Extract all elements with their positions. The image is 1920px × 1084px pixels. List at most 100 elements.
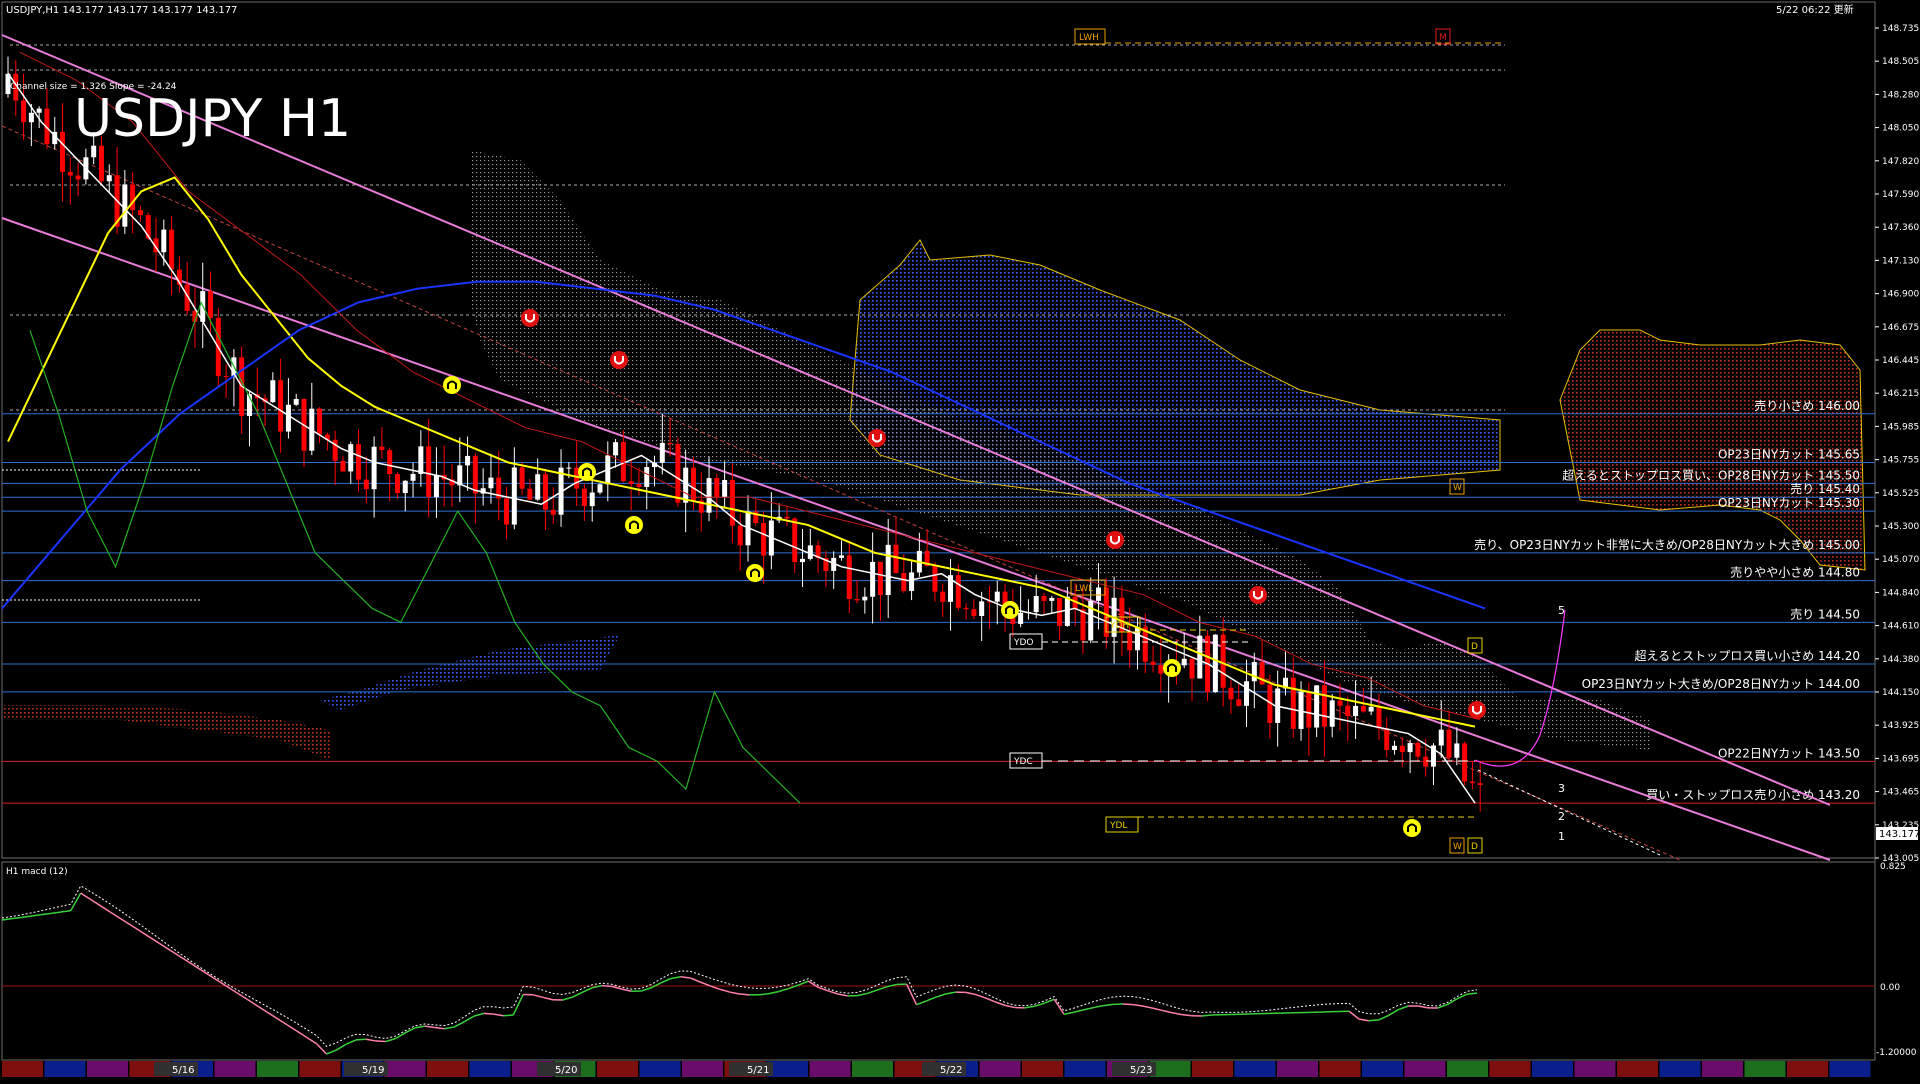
candle-body: [1034, 596, 1039, 612]
candle-body: [909, 572, 914, 591]
marker-lwh: LWH: [1079, 33, 1099, 43]
candle-body: [465, 456, 470, 465]
candle-body: [1470, 781, 1475, 783]
marker-w-upper: W: [1453, 483, 1462, 493]
price-tick-label: 148.505: [1882, 57, 1919, 67]
marker-m: M: [1439, 33, 1447, 43]
candle-body: [1415, 743, 1420, 757]
candle-body: [403, 481, 408, 493]
date-session-block: [980, 1061, 1021, 1077]
candle-body: [660, 443, 665, 463]
candle-body: [894, 545, 899, 573]
price-tick-label: 143.925: [1882, 721, 1919, 731]
candle-body: [800, 559, 805, 562]
fractal-up-marker: [1403, 819, 1421, 837]
candle-body: [387, 450, 392, 474]
candle-body: [286, 405, 291, 432]
date-session-block: [1787, 1061, 1828, 1077]
level-label: 売り小さめ 146.00: [1754, 398, 1860, 413]
price-tick-label: 145.070: [1882, 555, 1919, 565]
candle-body: [372, 447, 377, 489]
candle-body: [1182, 659, 1187, 666]
fractal-down-marker: [1249, 586, 1267, 604]
candle-body: [1369, 707, 1374, 712]
candle-body: [379, 447, 384, 450]
date-session-block: [215, 1061, 256, 1077]
level-label: 超えるとストップロス買い、OP28日NYカット 145.50: [1562, 467, 1860, 482]
date-session-block: [1065, 1061, 1106, 1077]
macd-segment: [1467, 993, 1477, 994]
candle-body: [224, 376, 229, 377]
candle-body: [839, 555, 844, 557]
marker-d-upper: D: [1471, 642, 1478, 652]
macd-scale-bottom: -1.20000: [1876, 1048, 1917, 1058]
price-tick-label: 144.150: [1882, 688, 1919, 698]
date-session-block: [427, 1061, 468, 1077]
candle-body: [1236, 699, 1241, 706]
candle-body: [138, 210, 143, 215]
date-session-block: [1320, 1061, 1361, 1077]
macd-segment: [484, 1013, 494, 1014]
price-tick-label: 146.215: [1882, 389, 1919, 399]
level-label: 売り、OP23日NYカット非常に大きめ/OP28日NYカット大きめ 145.00: [1474, 537, 1860, 552]
candle-body: [1221, 635, 1226, 688]
candle-body: [1096, 588, 1101, 601]
candle-body: [411, 474, 416, 481]
price-tick-label: 146.445: [1882, 356, 1919, 366]
level-label: 売り 144.50: [1790, 606, 1860, 621]
macd-scale-zero: 0.00: [1880, 983, 1900, 993]
candle-body: [418, 446, 423, 474]
candle-body: [629, 481, 634, 484]
date-session-block: [1235, 1061, 1276, 1077]
date-session-block: [45, 1061, 86, 1077]
candle-body: [878, 562, 883, 595]
date-session-block: [1575, 1061, 1616, 1077]
candle-body: [1190, 659, 1195, 679]
macd-title: H1 macd (12): [6, 867, 68, 877]
price-tick-label: 144.840: [1882, 588, 1919, 598]
candle-body: [1408, 743, 1413, 752]
candle-body: [901, 573, 906, 591]
date-session-block: [1702, 1061, 1743, 1077]
candle-body: [1291, 678, 1296, 729]
marker-ydo: YDO: [1013, 638, 1034, 648]
date-label: 5/22: [940, 1065, 962, 1076]
candle-body: [161, 230, 166, 253]
price-tick-label: 147.590: [1882, 190, 1919, 200]
candle-body: [535, 474, 540, 499]
fractal-down-marker: [610, 351, 628, 369]
candle-body: [1135, 627, 1140, 650]
date-session-block: [1447, 1061, 1488, 1077]
candle-body: [543, 474, 548, 510]
price-tick-label: 144.380: [1882, 655, 1919, 665]
candle-body: [1306, 692, 1311, 728]
level-label: OP22日NYカット 143.50: [1718, 746, 1860, 760]
candle-body: [979, 601, 984, 616]
candle-body: [1322, 685, 1327, 726]
candle-body: [1447, 730, 1452, 758]
candle-body: [1384, 728, 1389, 750]
candle-body: [964, 608, 969, 609]
candle-body: [995, 592, 1000, 602]
candle-body: [208, 291, 213, 318]
candle-body: [520, 467, 525, 488]
marker-w-lower: W: [1453, 842, 1462, 852]
candle-body: [1080, 609, 1085, 640]
macd-segment: [1123, 1004, 1133, 1005]
fractal-up-marker: [746, 564, 764, 582]
candle-body: [1127, 632, 1132, 651]
date-session-block: [1277, 1061, 1318, 1077]
wave-label-2: 2: [1558, 810, 1565, 823]
price-tick-label: 144.610: [1882, 622, 1919, 632]
date-session-block: [682, 1061, 723, 1077]
price-tick-label: 147.820: [1882, 157, 1919, 167]
price-tick-label: 147.360: [1882, 223, 1919, 233]
marker-ydl: YDL: [1109, 821, 1127, 831]
date-label: 5/21: [747, 1065, 769, 1076]
candle-body: [1392, 746, 1397, 750]
date-label: 5/16: [172, 1065, 194, 1076]
fractal-down-marker: [1468, 701, 1486, 719]
date-session-block: [852, 1061, 893, 1077]
macd-segment: [356, 1039, 366, 1040]
date-axis: 5/165/195/205/215/225/23: [2, 1061, 1871, 1077]
